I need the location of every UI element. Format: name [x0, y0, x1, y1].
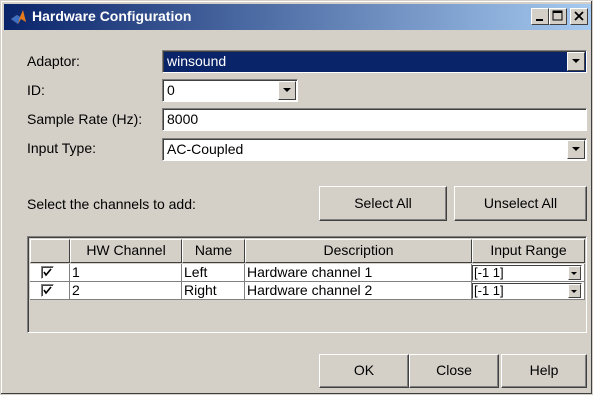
input-range-select[interactable]: [-1 1]	[472, 265, 582, 281]
chevron-down-icon	[572, 147, 580, 151]
input-type-select[interactable]: AC-Coupled	[162, 138, 587, 161]
input-range-select[interactable]: [-1 1]	[472, 283, 582, 299]
sample-rate-label: Sample Rate (Hz):	[27, 111, 143, 127]
hw-channel-cell[interactable]: 1	[70, 264, 182, 282]
chevron-down-icon	[571, 290, 577, 293]
maximize-icon	[552, 10, 563, 21]
close-icon	[574, 11, 584, 21]
channels-table: HW Channel Name Description Input Range …	[27, 236, 587, 333]
description-cell[interactable]: Hardware channel 2	[245, 282, 472, 300]
name-cell[interactable]: Left	[182, 264, 245, 282]
checkbox-cell	[30, 282, 70, 300]
check-icon	[43, 268, 52, 277]
column-header-hw-channel[interactable]: HW Channel	[70, 239, 182, 263]
column-header-name[interactable]: Name	[182, 239, 245, 263]
chevron-down-icon	[571, 272, 577, 275]
column-header-description[interactable]: Description	[245, 239, 472, 263]
help-button[interactable]: Help	[501, 354, 587, 388]
close-label: Close	[436, 362, 472, 378]
check-icon	[43, 286, 52, 295]
help-label: Help	[529, 362, 559, 378]
channel-1-checkbox[interactable]	[41, 266, 54, 279]
unselect-all-button[interactable]: Unselect All	[454, 186, 587, 221]
column-header-input-range[interactable]: Input Range	[472, 239, 585, 263]
chevron-down-icon	[283, 88, 291, 92]
chevron-down-icon	[572, 59, 580, 63]
id-dropdown-button[interactable]	[278, 81, 296, 100]
table-row: 1 Left Hardware channel 1 [-1 1]	[30, 264, 585, 282]
ok-button[interactable]: OK	[319, 354, 409, 388]
adaptor-select[interactable]: winsound	[162, 50, 587, 73]
checkbox-cell	[30, 264, 70, 282]
name-cell[interactable]: Right	[182, 282, 245, 300]
table-row: 2 Right Hardware channel 2 [-1 1]	[30, 282, 585, 300]
minimize-button[interactable]	[531, 8, 549, 25]
maximize-button[interactable]	[549, 8, 567, 25]
input-type-label: Input Type:	[27, 140, 97, 156]
unselect-all-label: Unselect All	[483, 195, 558, 211]
id-value: 0	[167, 82, 175, 98]
select-all-label: Select All	[354, 195, 412, 211]
close-button[interactable]: Close	[409, 354, 499, 388]
input-range-value: [-1 1]	[474, 283, 504, 298]
adaptor-dropdown-button[interactable]	[567, 52, 585, 71]
input-range-dropdown-button[interactable]	[568, 266, 581, 280]
input-type-value: AC-Coupled	[167, 141, 244, 157]
checkbox-column-header	[30, 239, 70, 263]
window-title: Hardware Configuration	[32, 8, 192, 24]
input-range-dropdown-button[interactable]	[568, 284, 581, 298]
adaptor-label: Adaptor:	[27, 53, 80, 69]
hw-channel-cell[interactable]: 2	[70, 282, 182, 300]
sample-rate-value: 8000	[167, 111, 199, 127]
id-label: ID:	[27, 82, 45, 98]
select-all-button[interactable]: Select All	[319, 186, 447, 221]
close-window-button[interactable]	[570, 8, 588, 25]
title-bar[interactable]: Hardware Configuration	[4, 4, 591, 30]
channel-2-checkbox[interactable]	[41, 284, 54, 297]
ok-label: OK	[353, 362, 375, 378]
input-type-dropdown-button[interactable]	[567, 140, 585, 159]
input-range-value: [-1 1]	[474, 265, 504, 280]
matlab-logo-icon	[11, 10, 26, 24]
adaptor-value: winsound	[167, 53, 227, 69]
description-cell[interactable]: Hardware channel 1	[245, 264, 472, 282]
id-select[interactable]: 0	[162, 79, 298, 102]
minimize-icon	[536, 19, 543, 21]
hardware-configuration-window: Hardware Configuration Adaptor: winsound…	[0, 0, 593, 395]
channels-prompt: Select the channels to add:	[27, 196, 196, 212]
sample-rate-input[interactable]: 8000	[162, 108, 587, 131]
